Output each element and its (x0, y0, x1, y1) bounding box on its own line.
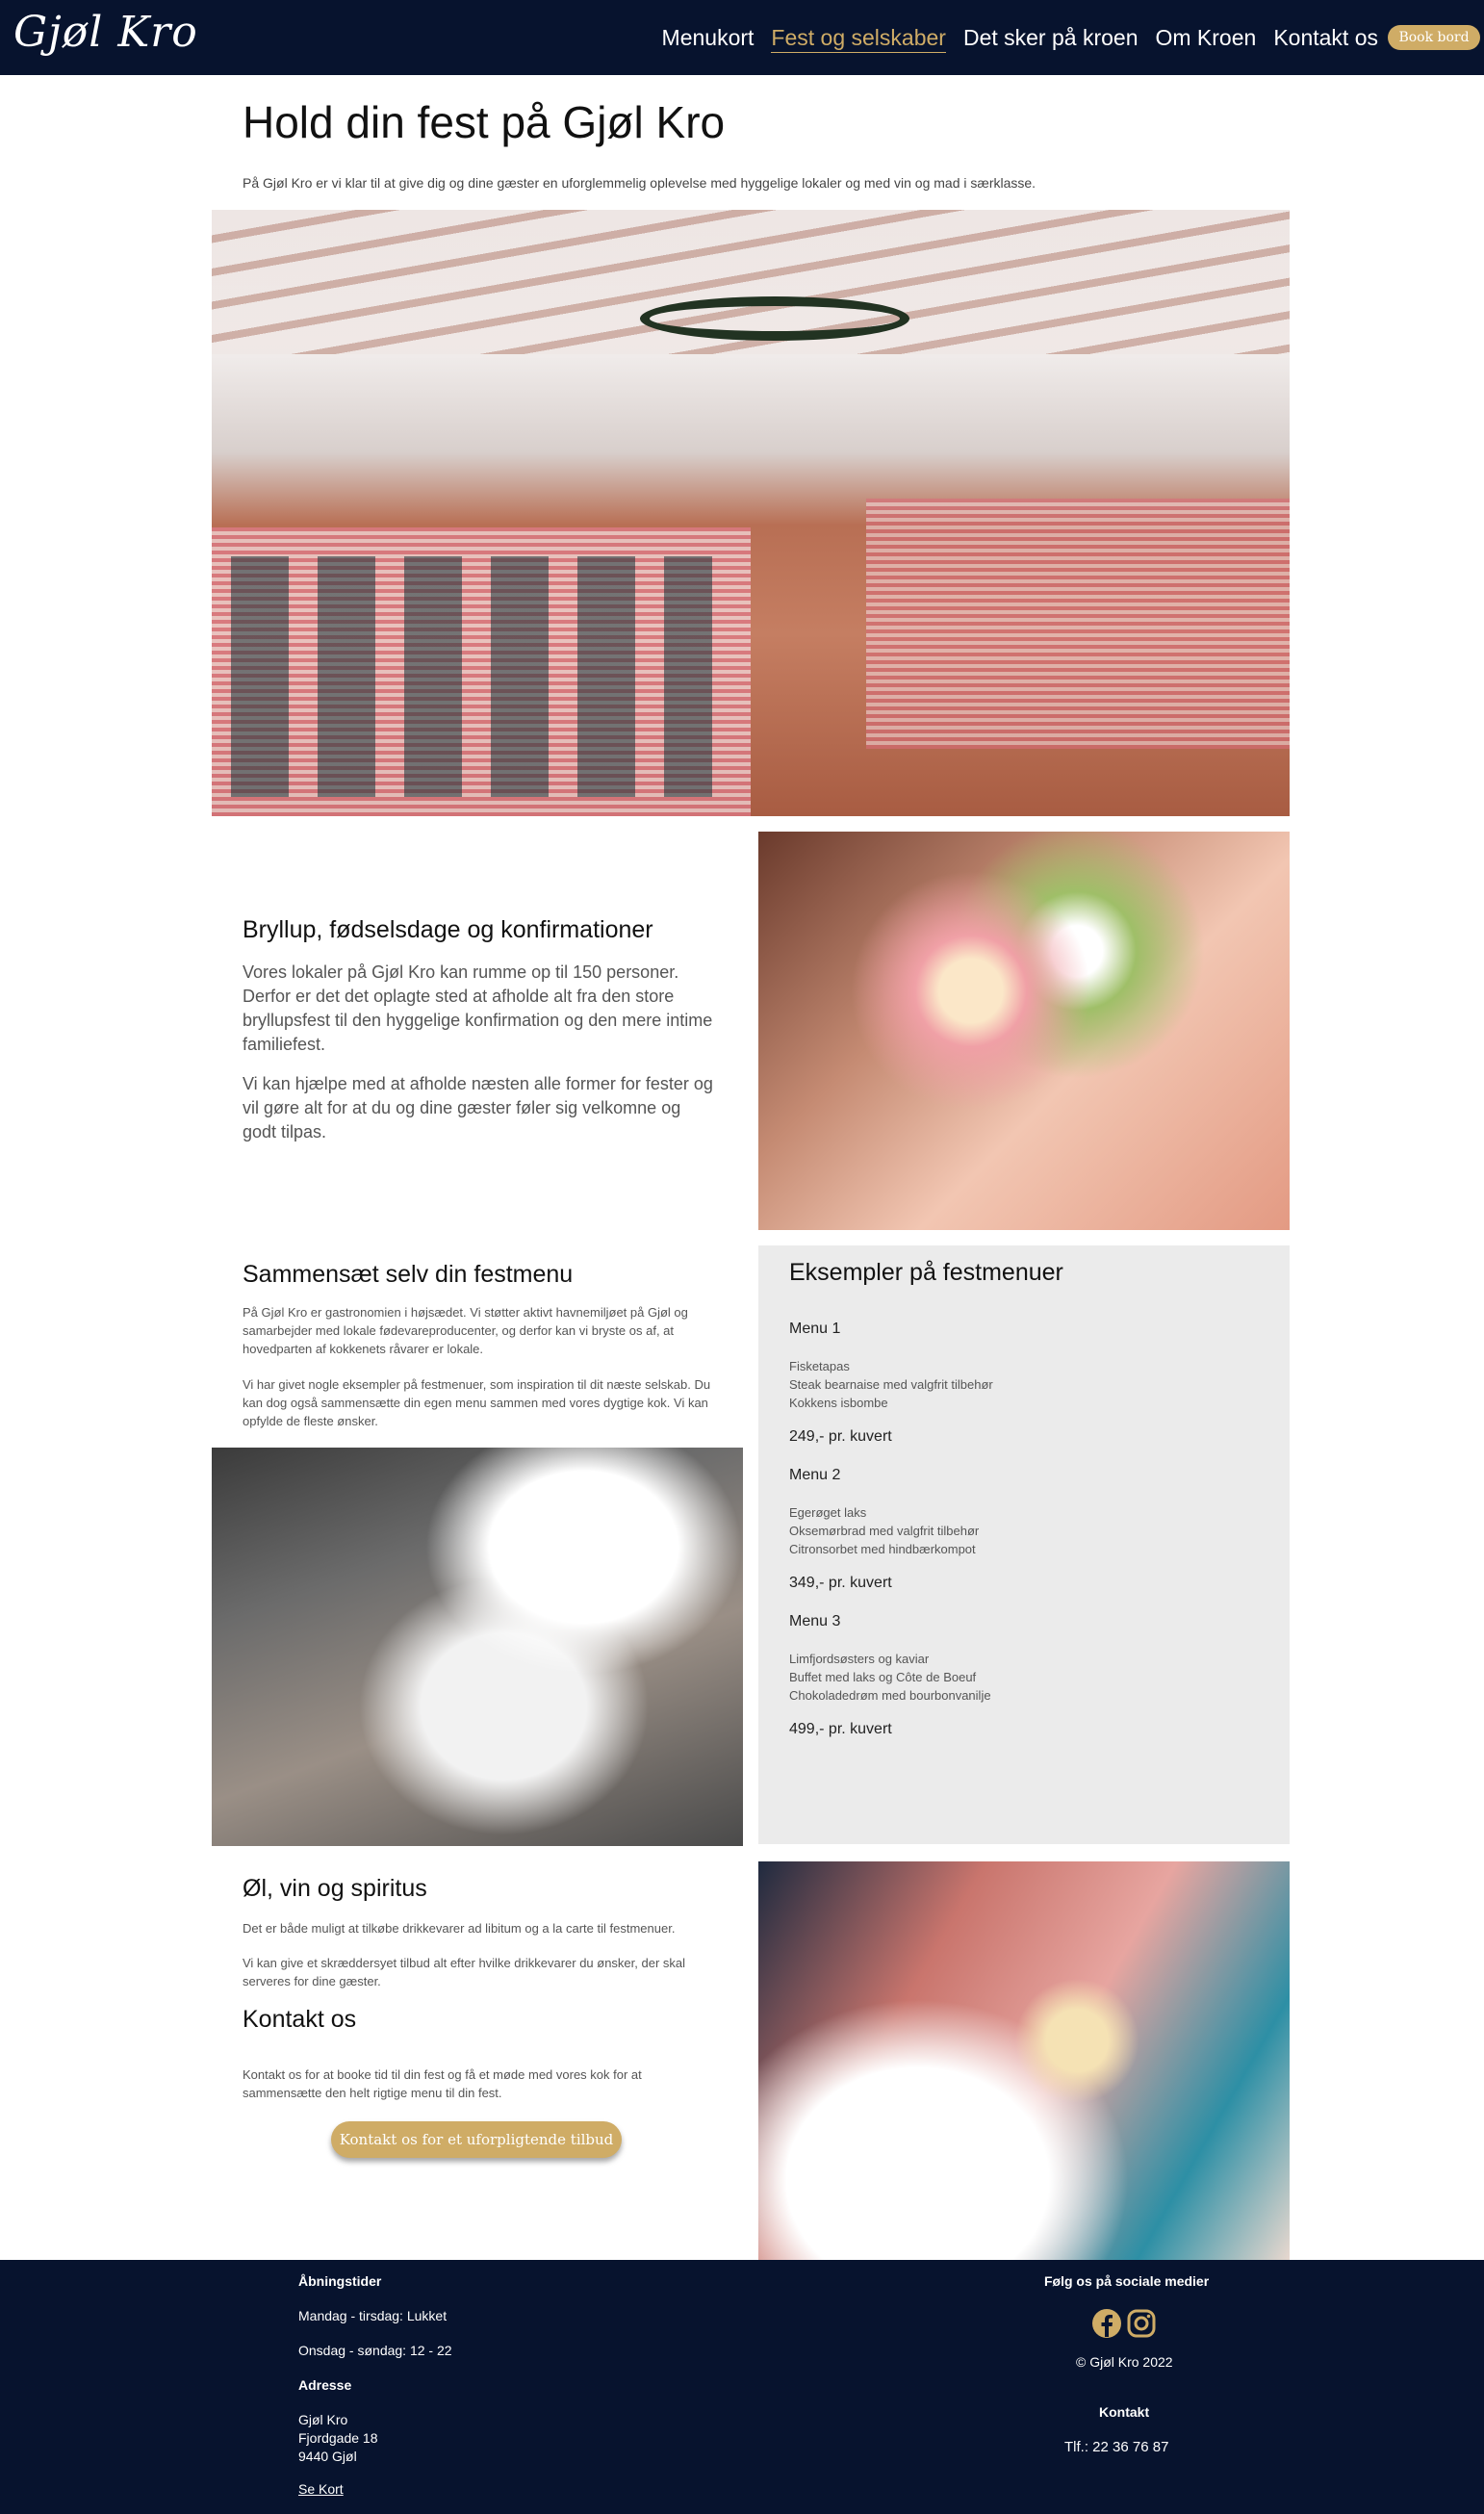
copyright-text: © Gjøl Kro 2022 (1076, 2354, 1173, 2370)
site-logo[interactable]: Gjøl Kro (13, 8, 198, 57)
menu-1-dish-3: Kokkens isbombe (789, 1396, 888, 1410)
example-menus-panel: Eksempler på festmenuer Menu 1 Fisketapa… (758, 1245, 1290, 1844)
wedding-heading: Bryllup, fødselsdage og konfirmationer (243, 916, 653, 943)
intro-text: På Gjøl Kro er vi klar til at give dig o… (243, 175, 1036, 191)
nav-item-det-sker[interactable]: Det sker på kroen (963, 23, 1139, 53)
request-offer-button[interactable]: Kontakt os for et uforpligtende tilbud (331, 2121, 622, 2158)
hours-heading: Åbningstider (298, 2273, 382, 2289)
menu-1-price: 249,- pr. kuvert (789, 1428, 892, 1445)
celebration-toast-image (758, 1861, 1290, 2260)
contact-heading: Kontakt os (243, 2006, 357, 2033)
custom-menu-paragraph-1: På Gjøl Kro er gastronomien i højsædet. … (243, 1305, 688, 1356)
hall-tables-right-shape (866, 499, 1290, 749)
nav-item-fest-og-selskaber[interactable]: Fest og selskaber (771, 23, 946, 53)
hours-line-2: Onsdag - søndag: 12 - 22 (298, 2343, 452, 2358)
address-line-3: 9440 Gjøl (298, 2449, 357, 2464)
phone-number[interactable]: Tlf.: 22 36 76 87 (1064, 2439, 1168, 2455)
site-footer: Åbningstider Mandag - tirsdag: Lukket On… (0, 2260, 1484, 2514)
example-menus-heading: Eksempler på festmenuer (789, 1259, 1063, 1286)
menu-2-dish-2: Oksemørbrad med valgfrit tilbehør (789, 1524, 980, 1538)
custom-menu-paragraph-2: Vi har givet nogle eksempler på festmenu… (243, 1377, 711, 1428)
menu-3-price: 499,- pr. kuvert (789, 1721, 892, 1737)
menu-1-name: Menu 1 (789, 1321, 841, 1337)
contact-paragraph: Kontakt os for at booke tid til din fest… (243, 2067, 642, 2100)
menu-3-dish-1: Limfjordsøsters og kaviar (789, 1652, 930, 1666)
menu-2-name: Menu 2 (789, 1467, 841, 1483)
flower-decoration-image (758, 832, 1290, 1230)
menu-3-name: Menu 3 (789, 1613, 841, 1629)
drinks-paragraph-1: Det er både muligt at tilkøbe drikkevare… (243, 1921, 676, 1936)
main-menu: Menukort Fest og selskaber Det sker på k… (662, 23, 1378, 53)
instagram-icon[interactable] (1126, 2308, 1157, 2339)
page-title: Hold din fest på Gjøl Kro (243, 97, 726, 147)
menu-2-dish-1: Egerøget laks (789, 1505, 867, 1520)
social-heading: Følg os på sociale medier (1044, 2273, 1210, 2289)
banquet-hall-image (212, 210, 1290, 816)
hours-line-1: Mandag - tirsdag: Lukket (298, 2308, 448, 2323)
wedding-paragraph-2: Vi kan hjælpe med at afholde næsten alle… (243, 1074, 713, 1142)
custom-menu-heading: Sammensæt selv din festmenu (243, 1261, 574, 1288)
hall-chairs-shape (231, 556, 712, 797)
wedding-paragraph-1: Vores lokaler på Gjøl Kro kan rumme op t… (243, 962, 713, 1054)
facebook-icon[interactable] (1091, 2308, 1122, 2339)
drinks-heading: Øl, vin og spiritus (243, 1875, 427, 1902)
menu-3-dish-3: Chokoladedrøm med bourbonvanilje (789, 1688, 991, 1703)
drinks-paragraph-2: Vi kan give et skræddersyet tilbud alt e… (243, 1956, 686, 1988)
address-line-1: Gjøl Kro (298, 2412, 348, 2427)
nav-item-menukort[interactable]: Menukort (662, 23, 755, 53)
nav-item-om-kroen[interactable]: Om Kroen (1155, 23, 1256, 53)
hall-wreath-shape (640, 296, 909, 341)
menu-2-dish-3: Citronsorbet med hindbærkompot (789, 1542, 976, 1556)
social-links (1091, 2308, 1157, 2339)
menu-1-dish-1: Fisketapas (789, 1359, 850, 1373)
chef-image (212, 1448, 743, 1846)
map-link[interactable]: Se Kort (298, 2481, 344, 2497)
menu-3-dish-2: Buffet med laks og Côte de Boeuf (789, 1670, 977, 1684)
contact-footer-heading: Kontakt (1099, 2404, 1150, 2420)
menu-2-price: 349,- pr. kuvert (789, 1575, 892, 1591)
address-heading: Adresse (298, 2377, 352, 2393)
top-navigation: Gjøl Kro Menukort Fest og selskaber Det … (0, 0, 1484, 75)
nav-item-kontakt[interactable]: Kontakt os (1273, 23, 1378, 53)
address-line-2: Fjordgade 18 (298, 2430, 378, 2446)
menu-1-dish-2: Steak bearnaise med valgfrit tilbehør (789, 1377, 993, 1392)
book-table-button[interactable]: Book bord (1388, 25, 1480, 50)
